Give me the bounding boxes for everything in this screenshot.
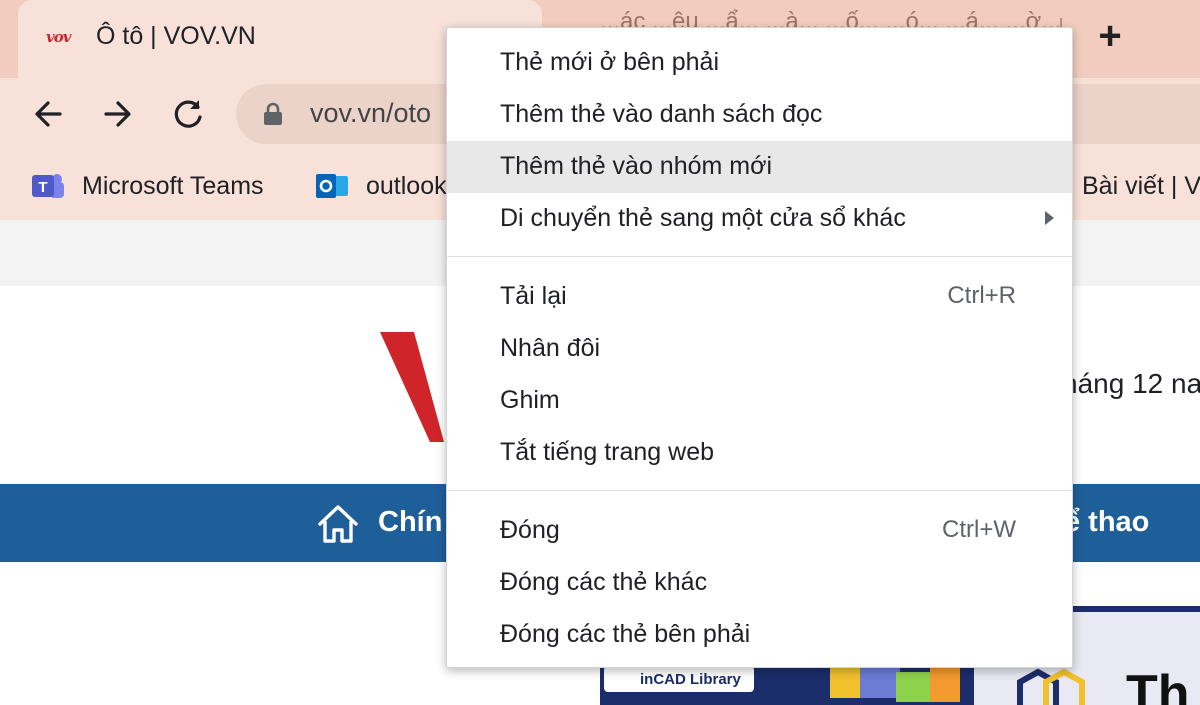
menu-item-label: Đóng (500, 516, 560, 544)
menu-item-label: Di chuyển thẻ sang một cửa sổ khác (500, 204, 906, 232)
ad-badge: inCAD Library (604, 666, 754, 692)
submenu-arrow-icon (1045, 211, 1054, 225)
bookmark-microsoft-teams[interactable]: T Microsoft Teams (30, 166, 280, 206)
ad-left-text: inCAD Library (640, 671, 741, 688)
vov-logo-icon[interactable] (380, 332, 450, 442)
new-tab-button[interactable]: + (1088, 14, 1132, 58)
bookmark-label: outlook (366, 172, 447, 200)
svg-text:T: T (38, 179, 47, 196)
menu-item-label: Đóng các thẻ khác (500, 568, 708, 596)
menu-separator (447, 256, 1072, 257)
bookmark-bai-viet[interactable]: Bài viết | V (1082, 172, 1200, 201)
menu-item-label: Nhân đôi (500, 334, 601, 362)
menu-item-label: Tải lại (500, 282, 567, 310)
menu-item[interactable]: Ghim (447, 375, 1072, 427)
date-text: háng 12 na (1062, 368, 1200, 399)
menu-item[interactable]: Thẻ mới ở bên phải (447, 37, 1072, 89)
menu-item-shortcut: Ctrl+R (947, 282, 1016, 309)
forward-button[interactable] (94, 90, 142, 138)
ad-logo-icon (1017, 668, 1085, 705)
menu-item[interactable]: Đóng các thẻ bên phải (447, 609, 1072, 661)
menu-item[interactable]: Nhân đôi (447, 323, 1072, 375)
menu-item-label: Thêm thẻ vào nhóm mới (500, 152, 773, 180)
ad-right-text: Th (1126, 665, 1190, 705)
outlook-icon (316, 174, 348, 198)
menu-item[interactable]: Đóng các thẻ khác (447, 557, 1072, 609)
home-icon[interactable] (316, 502, 360, 546)
menu-item-shortcut: Ctrl+W (942, 516, 1016, 543)
tab-context-menu: Thẻ mới ở bên phải Thêm thẻ vào danh sách… (446, 27, 1073, 668)
bookmark-label: Microsoft Teams (82, 172, 264, 200)
menu-item[interactable]: Thêm thẻ vào danh sách đọc (447, 89, 1072, 141)
nav-item-home[interactable]: Chín (378, 506, 442, 539)
menu-item-label: Đóng các thẻ bên phải (500, 620, 751, 648)
back-button[interactable] (24, 90, 72, 138)
forward-arrow-icon (104, 101, 131, 127)
menu-item[interactable]: Thêm thẻ vào nhóm mới (447, 141, 1072, 193)
reload-icon (174, 100, 202, 128)
active-tab-title: Ô tô | VOV.VN (96, 22, 256, 50)
nav-item-sports[interactable]: ể thao (1064, 506, 1149, 539)
menu-item[interactable]: Tắt tiếng trang web (447, 427, 1072, 479)
bookmark-outlook[interactable]: outlook (314, 166, 454, 206)
menu-item-label: Thêm thẻ vào danh sách đọc (500, 100, 823, 128)
menu-item[interactable]: Di chuyển thẻ sang một cửa sổ khác (447, 193, 1072, 245)
menu-item-label: Tắt tiếng trang web (500, 438, 715, 466)
teams-icon: T (32, 174, 64, 198)
lock-icon[interactable] (262, 102, 284, 126)
menu-separator (447, 490, 1072, 491)
reload-button[interactable] (164, 90, 212, 138)
url-text[interactable]: vov.vn/oto (310, 98, 431, 129)
vov-favicon-icon: vov (46, 28, 71, 46)
back-arrow-icon (35, 101, 62, 127)
menu-item[interactable]: Đóng Ctrl+W (447, 505, 1072, 557)
menu-item-label: Ghim (500, 386, 560, 414)
menu-item-label: Thẻ mới ở bên phải (500, 48, 720, 76)
menu-item[interactable]: Tải lại Ctrl+R (447, 271, 1072, 323)
